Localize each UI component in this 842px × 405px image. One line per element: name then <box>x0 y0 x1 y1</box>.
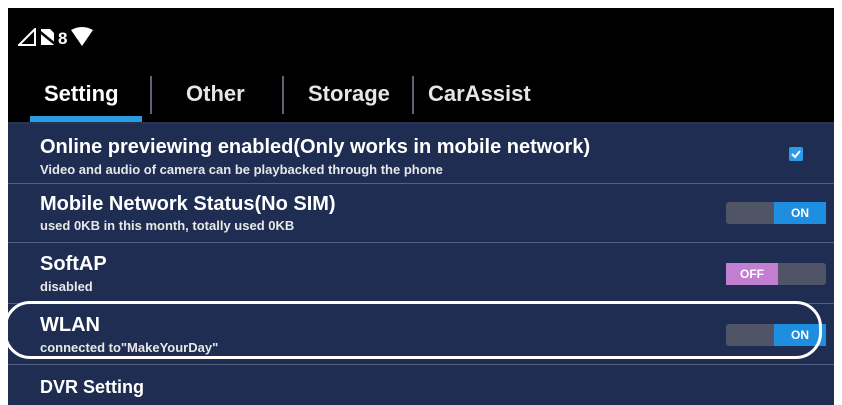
tab-setting[interactable]: Setting <box>44 74 119 114</box>
wlan-highlight-outline <box>4 301 822 359</box>
no-sim-icon <box>38 28 56 51</box>
setting-title: Mobile Network Status(No SIM) <box>40 193 336 215</box>
setting-subtitle: Video and audio of camera can be playbac… <box>40 162 443 177</box>
setting-title: Online previewing enabled(Only works in … <box>40 136 591 158</box>
signal-icon <box>16 26 36 51</box>
toggle-state: OFF <box>726 263 778 285</box>
setting-subtitle: used 0KB in this month, totally used 0KB <box>40 218 295 233</box>
setting-title: SoftAP <box>40 253 107 275</box>
setting-dvr[interactable]: DVR Setting <box>8 365 834 405</box>
check-icon <box>791 150 801 159</box>
setting-softap[interactable]: SoftAP disabled OFF <box>8 243 834 304</box>
setting-title: DVR Setting <box>40 377 145 397</box>
tab-bar: Setting Other Storage CarAssist <box>8 66 834 124</box>
tab-divider <box>282 76 284 114</box>
tab-storage[interactable]: Storage <box>308 74 390 114</box>
setting-subtitle: disabled <box>40 279 93 294</box>
online-preview-checkbox[interactable] <box>789 147 803 161</box>
toggle-state: ON <box>774 202 826 224</box>
mobile-network-toggle[interactable]: ON <box>726 202 826 224</box>
status-bar: 8 <box>8 8 834 66</box>
tab-divider <box>412 76 414 114</box>
wifi-icon <box>70 26 94 52</box>
status-badge: 8 <box>58 29 68 48</box>
status-icons: 8 <box>16 26 94 52</box>
tab-other[interactable]: Other <box>186 74 245 114</box>
setting-online-preview[interactable]: Online previewing enabled(Only works in … <box>8 124 834 184</box>
tab-divider <box>150 76 152 114</box>
tab-carassist[interactable]: CarAssist <box>428 74 531 114</box>
softap-toggle[interactable]: OFF <box>726 263 826 285</box>
setting-mobile-network[interactable]: Mobile Network Status(No SIM) used 0KB i… <box>8 184 834 243</box>
settings-list: Online previewing enabled(Only works in … <box>8 124 834 405</box>
